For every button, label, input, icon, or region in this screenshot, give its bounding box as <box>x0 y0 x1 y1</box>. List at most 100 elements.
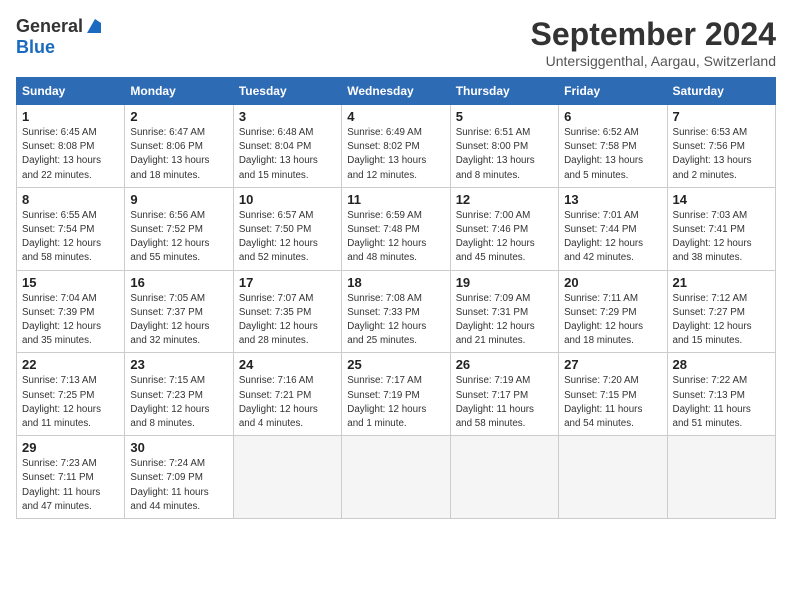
day-number: 4 <box>347 109 444 124</box>
day-detail: Sunrise: 6:48 AM Sunset: 8:04 PM Dayligh… <box>239 126 336 183</box>
day-cell <box>342 436 450 519</box>
header-thursday: Thursday <box>450 78 558 105</box>
day-detail: Sunrise: 7:00 AM Sunset: 7:46 PM Dayligh… <box>456 209 553 266</box>
day-cell <box>450 436 558 519</box>
logo-icon <box>85 17 103 35</box>
day-cell: 20 Sunrise: 7:11 AM Sunset: 7:29 PM Dayli… <box>559 270 667 353</box>
day-detail: Sunrise: 7:22 AM Sunset: 7:13 PM Dayligh… <box>673 374 770 431</box>
day-number: 9 <box>130 192 227 207</box>
day-number: 25 <box>347 357 444 372</box>
day-number: 11 <box>347 192 444 207</box>
header-monday: Monday <box>125 78 233 105</box>
day-detail: Sunrise: 7:23 AM Sunset: 7:11 PM Dayligh… <box>22 457 119 514</box>
day-cell: 11Sunrise: 6:59 AM Sunset: 7:48 PM Dayli… <box>342 187 450 270</box>
subtitle: Untersiggenthal, Aargau, Switzerland <box>531 53 776 69</box>
header-saturday: Saturday <box>667 78 775 105</box>
day-cell: 8 Sunrise: 6:55 AM Sunset: 7:54 PM Daylig… <box>17 187 125 270</box>
day-detail: Sunrise: 7:12 AM Sunset: 7:27 PM Dayligh… <box>673 292 770 349</box>
day-cell: 24 Sunrise: 7:16 AM Sunset: 7:21 PM Dayli… <box>233 353 341 436</box>
day-number: 30 <box>130 440 227 455</box>
day-detail: Sunrise: 6:47 AM Sunset: 8:06 PM Dayligh… <box>130 126 227 183</box>
day-detail: Sunrise: 6:45 AM Sunset: 8:08 PM Dayligh… <box>22 126 119 183</box>
day-detail: Sunrise: 6:52 AM Sunset: 7:58 PM Dayligh… <box>564 126 661 183</box>
day-cell: 18 Sunrise: 7:08 AM Sunset: 7:33 PM Dayli… <box>342 270 450 353</box>
day-cell: 22 Sunrise: 7:13 AM Sunset: 7:25 PM Dayli… <box>17 353 125 436</box>
day-cell: 25 Sunrise: 7:17 AM Sunset: 7:19 PM Dayli… <box>342 353 450 436</box>
day-cell: 30Sunrise: 7:24 AM Sunset: 7:09 PM Dayli… <box>125 436 233 519</box>
day-number: 20 <box>564 275 661 290</box>
week-row-1: 1 Sunrise: 6:45 AM Sunset: 8:08 PM Daylig… <box>17 105 776 188</box>
day-cell: 28 Sunrise: 7:22 AM Sunset: 7:13 PM Dayli… <box>667 353 775 436</box>
day-number: 28 <box>673 357 770 372</box>
day-number: 10 <box>239 192 336 207</box>
day-number: 15 <box>22 275 119 290</box>
day-detail: Sunrise: 6:49 AM Sunset: 8:02 PM Dayligh… <box>347 126 444 183</box>
day-detail: Sunrise: 6:57 AM Sunset: 7:50 PM Dayligh… <box>239 209 336 266</box>
logo: General Blue <box>16 16 103 58</box>
day-detail: Sunrise: 6:51 AM Sunset: 8:00 PM Dayligh… <box>456 126 553 183</box>
day-number: 2 <box>130 109 227 124</box>
day-cell: 27Sunrise: 7:20 AM Sunset: 7:15 PM Dayli… <box>559 353 667 436</box>
day-detail: Sunrise: 7:04 AM Sunset: 7:39 PM Dayligh… <box>22 292 119 349</box>
day-cell: 13Sunrise: 7:01 AM Sunset: 7:44 PM Dayli… <box>559 187 667 270</box>
day-cell <box>233 436 341 519</box>
day-number: 5 <box>456 109 553 124</box>
day-detail: Sunrise: 7:01 AM Sunset: 7:44 PM Dayligh… <box>564 209 661 266</box>
day-number: 24 <box>239 357 336 372</box>
week-row-5: 29 Sunrise: 7:23 AM Sunset: 7:11 PM Dayli… <box>17 436 776 519</box>
day-detail: Sunrise: 7:11 AM Sunset: 7:29 PM Dayligh… <box>564 292 661 349</box>
main-title: September 2024 <box>531 16 776 53</box>
day-detail: Sunrise: 7:03 AM Sunset: 7:41 PM Dayligh… <box>673 209 770 266</box>
day-detail: Sunrise: 7:17 AM Sunset: 7:19 PM Dayligh… <box>347 374 444 431</box>
day-cell: 2 Sunrise: 6:47 AM Sunset: 8:06 PM Daylig… <box>125 105 233 188</box>
calendar-header-row: SundayMondayTuesdayWednesdayThursdayFrid… <box>17 78 776 105</box>
day-number: 18 <box>347 275 444 290</box>
day-cell: 4 Sunrise: 6:49 AM Sunset: 8:02 PM Daylig… <box>342 105 450 188</box>
day-number: 3 <box>239 109 336 124</box>
header-sunday: Sunday <box>17 78 125 105</box>
header-tuesday: Tuesday <box>233 78 341 105</box>
logo-general-text: General <box>16 16 83 37</box>
day-cell: 7 Sunrise: 6:53 AM Sunset: 7:56 PM Daylig… <box>667 105 775 188</box>
day-number: 23 <box>130 357 227 372</box>
day-number: 21 <box>673 275 770 290</box>
day-cell: 21 Sunrise: 7:12 AM Sunset: 7:27 PM Dayli… <box>667 270 775 353</box>
day-cell <box>667 436 775 519</box>
day-detail: Sunrise: 7:13 AM Sunset: 7:25 PM Dayligh… <box>22 374 119 431</box>
day-cell <box>559 436 667 519</box>
day-number: 8 <box>22 192 119 207</box>
day-cell: 16Sunrise: 7:05 AM Sunset: 7:37 PM Dayli… <box>125 270 233 353</box>
day-number: 26 <box>456 357 553 372</box>
day-cell: 10 Sunrise: 6:57 AM Sunset: 7:50 PM Dayli… <box>233 187 341 270</box>
day-number: 1 <box>22 109 119 124</box>
day-detail: Sunrise: 7:15 AM Sunset: 7:23 PM Dayligh… <box>130 374 227 431</box>
day-cell: 14 Sunrise: 7:03 AM Sunset: 7:41 PM Dayli… <box>667 187 775 270</box>
day-cell: 6 Sunrise: 6:52 AM Sunset: 7:58 PM Daylig… <box>559 105 667 188</box>
day-number: 12 <box>456 192 553 207</box>
calendar-table: SundayMondayTuesdayWednesdayThursdayFrid… <box>16 77 776 519</box>
day-detail: Sunrise: 6:56 AM Sunset: 7:52 PM Dayligh… <box>130 209 227 266</box>
day-number: 6 <box>564 109 661 124</box>
day-number: 29 <box>22 440 119 455</box>
day-detail: Sunrise: 7:08 AM Sunset: 7:33 PM Dayligh… <box>347 292 444 349</box>
day-detail: Sunrise: 6:55 AM Sunset: 7:54 PM Dayligh… <box>22 209 119 266</box>
day-cell: 3 Sunrise: 6:48 AM Sunset: 8:04 PM Daylig… <box>233 105 341 188</box>
day-cell: 19Sunrise: 7:09 AM Sunset: 7:31 PM Dayli… <box>450 270 558 353</box>
header: General Blue September 2024 Untersiggent… <box>16 16 776 69</box>
day-detail: Sunrise: 7:19 AM Sunset: 7:17 PM Dayligh… <box>456 374 553 431</box>
day-cell: 12 Sunrise: 7:00 AM Sunset: 7:46 PM Dayli… <box>450 187 558 270</box>
day-number: 14 <box>673 192 770 207</box>
day-detail: Sunrise: 7:16 AM Sunset: 7:21 PM Dayligh… <box>239 374 336 431</box>
day-number: 27 <box>564 357 661 372</box>
day-number: 19 <box>456 275 553 290</box>
day-detail: Sunrise: 6:53 AM Sunset: 7:56 PM Dayligh… <box>673 126 770 183</box>
day-cell: 5 Sunrise: 6:51 AM Sunset: 8:00 PM Daylig… <box>450 105 558 188</box>
header-wednesday: Wednesday <box>342 78 450 105</box>
day-number: 22 <box>22 357 119 372</box>
week-row-2: 8 Sunrise: 6:55 AM Sunset: 7:54 PM Daylig… <box>17 187 776 270</box>
logo-blue-text: Blue <box>16 37 55 58</box>
day-number: 7 <box>673 109 770 124</box>
title-area: September 2024 Untersiggenthal, Aargau, … <box>531 16 776 69</box>
week-row-4: 22 Sunrise: 7:13 AM Sunset: 7:25 PM Dayli… <box>17 353 776 436</box>
day-detail: Sunrise: 7:05 AM Sunset: 7:37 PM Dayligh… <box>130 292 227 349</box>
